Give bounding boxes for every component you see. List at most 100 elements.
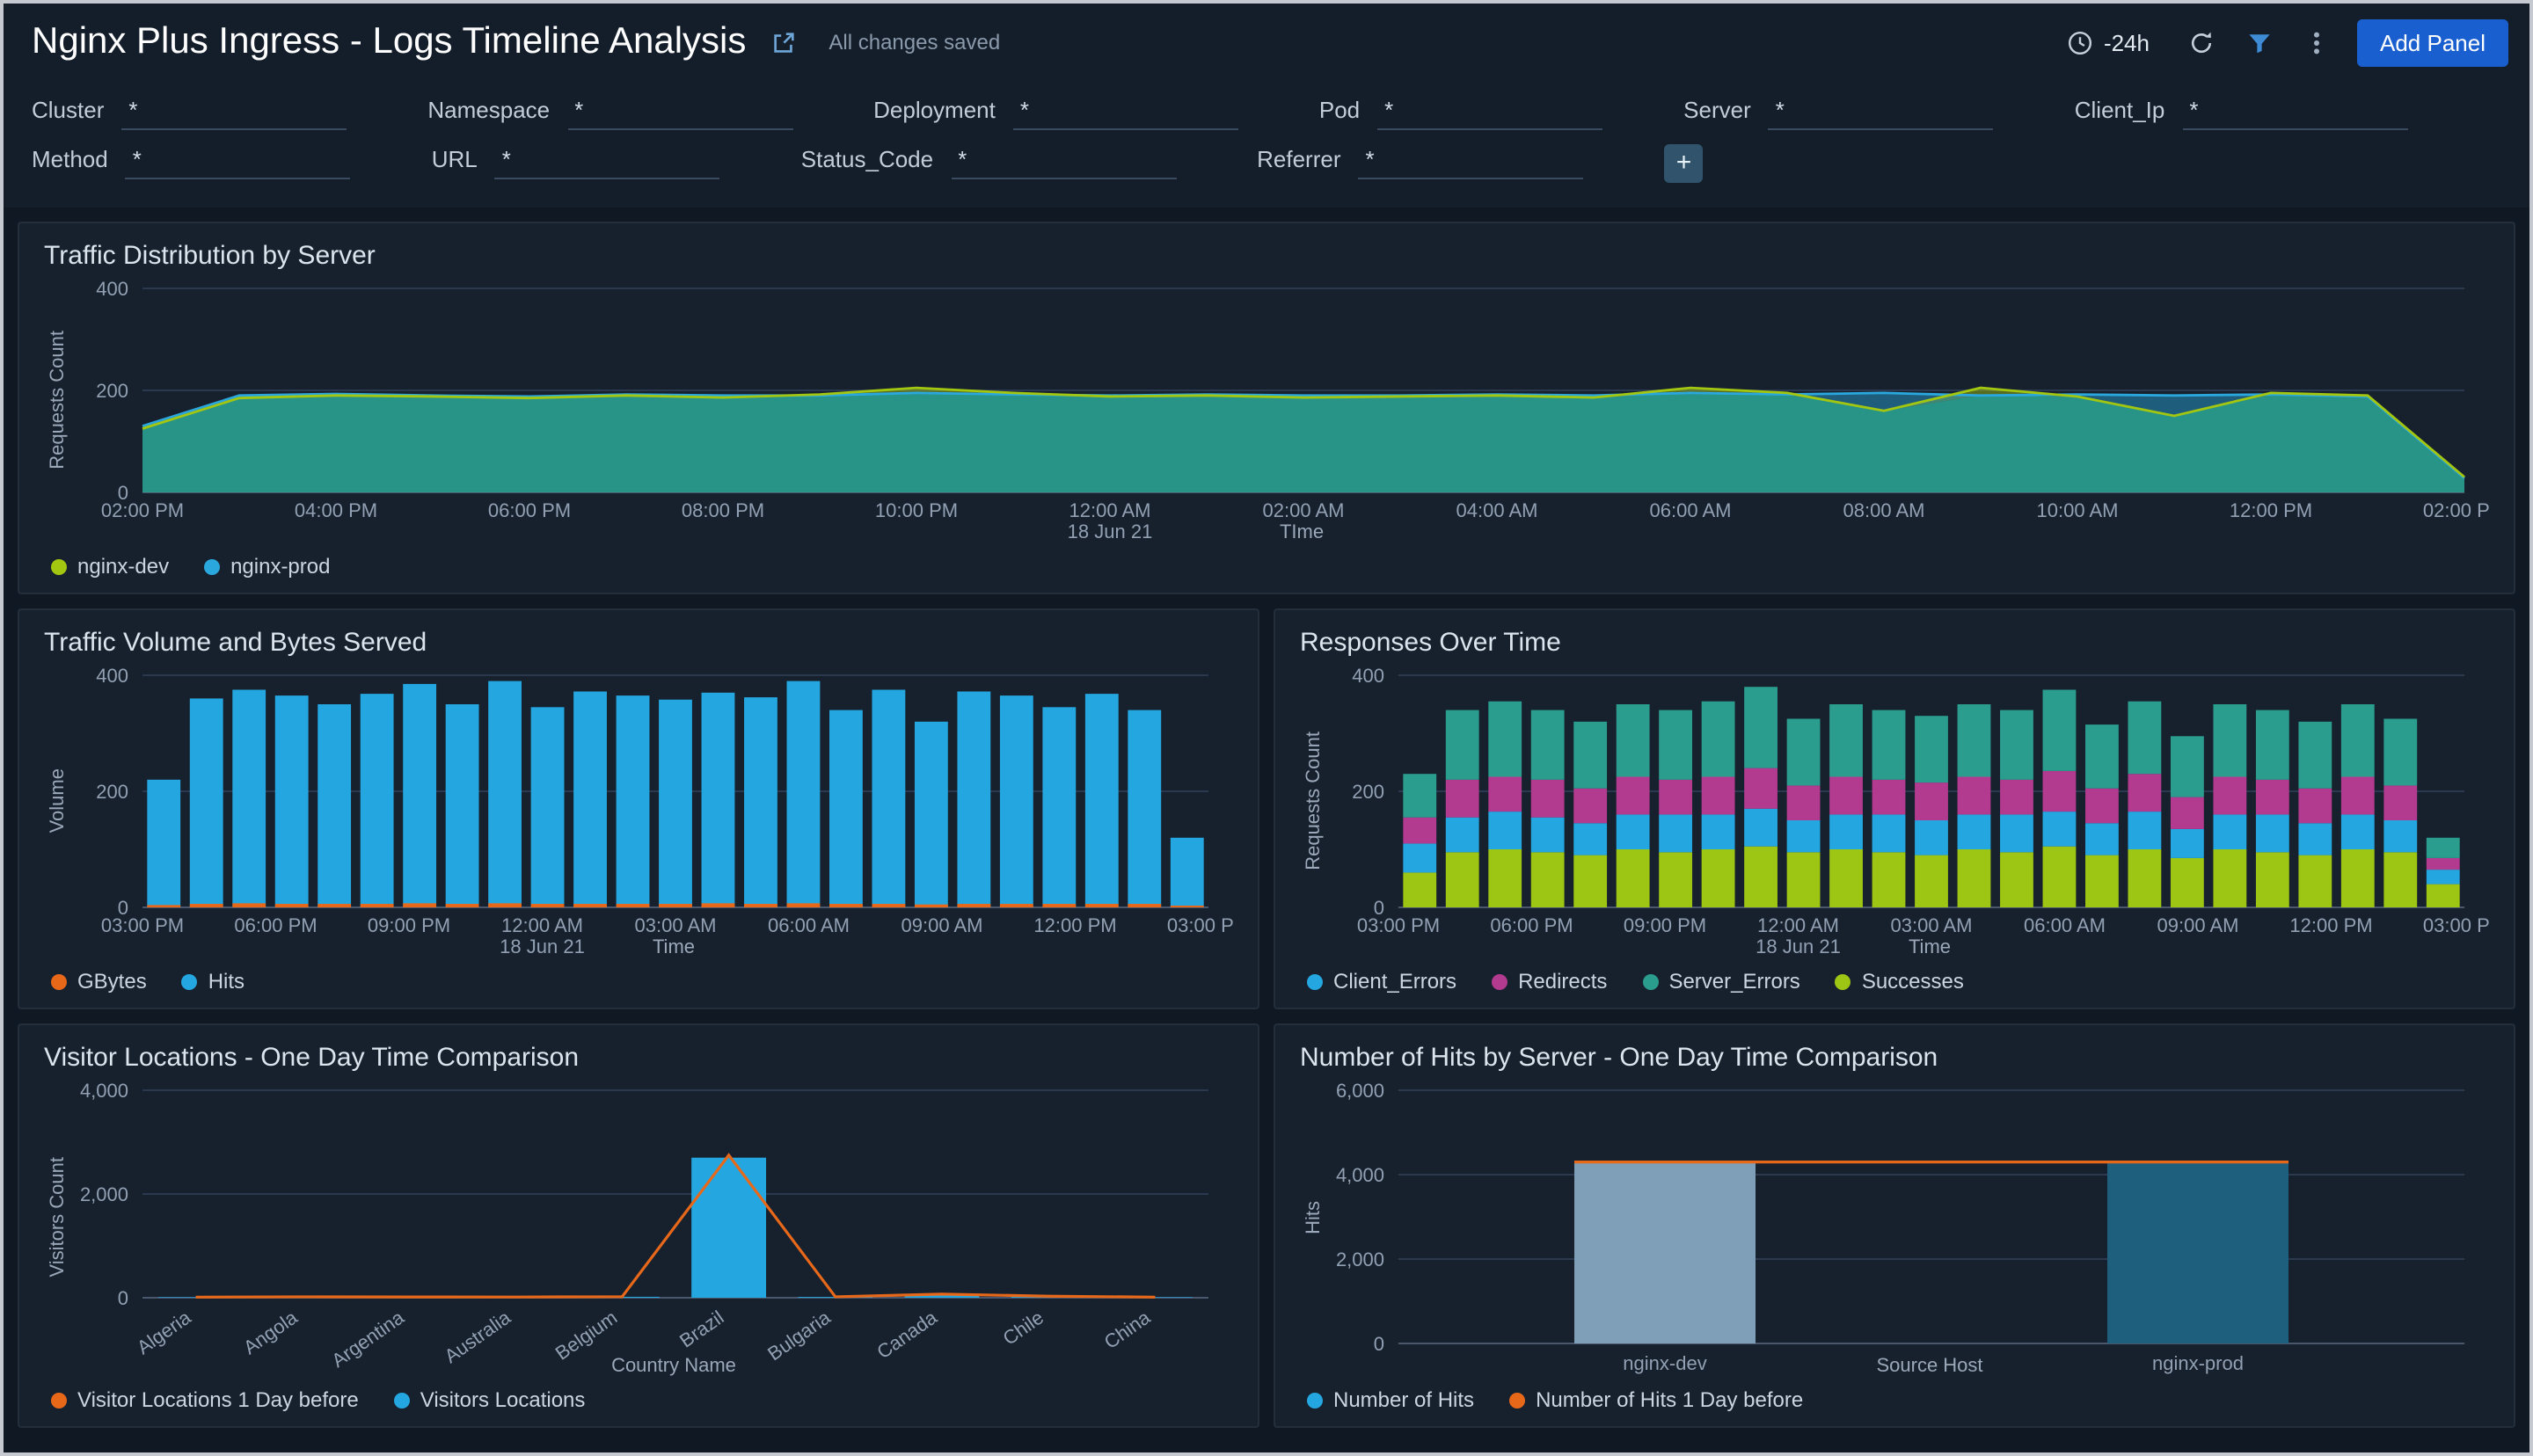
svg-text:Bulgaria: Bulgaria: [763, 1306, 835, 1365]
svg-text:2,000: 2,000: [1336, 1249, 1384, 1270]
namespace-input[interactable]: [567, 95, 792, 130]
svg-text:Angola: Angola: [239, 1306, 302, 1358]
server-input[interactable]: [1769, 95, 1994, 130]
legend-item[interactable]: Hits: [182, 969, 245, 994]
legend-item[interactable]: Number of Hits: [1307, 1387, 1474, 1412]
deployment-input[interactable]: [1013, 95, 1238, 130]
hits-by-server-chart[interactable]: 02,0004,0006,000nginx-devnginx-prod: [1328, 1080, 2489, 1354]
chart-legend: Client_Errors Redirects Server_Errors Succe…: [1307, 969, 2489, 994]
legend-item[interactable]: nginx-dev: [51, 554, 169, 579]
svg-text:12:00 AM: 12:00 AM: [501, 914, 583, 936]
header-controls: -24h: [2056, 18, 2508, 66]
legend-label: Client_Errors: [1333, 969, 1456, 994]
svg-text:03:00 PM: 03:00 PM: [101, 914, 184, 936]
visitor-locations-chart[interactable]: 02,0004,000AlgeriaAngolaArgentinaAustral…: [72, 1080, 1233, 1354]
svg-text:400: 400: [1352, 665, 1384, 687]
traffic-volume-chart[interactable]: 020040003:00 PM06:00 PM09:00 PM12:00 AM1…: [72, 665, 1233, 935]
legend-item[interactable]: Successes: [1836, 969, 1964, 994]
svg-text:04:00 PM: 04:00 PM: [295, 499, 377, 521]
dashboard-header: Nginx Plus Ingress - Logs Timeline Analy…: [4, 4, 2529, 81]
client-ip-input[interactable]: [2182, 95, 2407, 130]
svg-text:0: 0: [118, 1287, 128, 1309]
svg-text:nginx-prod: nginx-prod: [2152, 1352, 2244, 1374]
refresh-icon: [2188, 29, 2215, 55]
svg-text:03:00 PM: 03:00 PM: [2423, 914, 2489, 936]
filter-status-code: Status_Code: [801, 144, 1176, 179]
legend-color-dot: [204, 558, 220, 574]
svg-text:06:00 PM: 06:00 PM: [488, 499, 571, 521]
legend-color-dot: [51, 973, 67, 989]
clock-icon: [2067, 29, 2093, 55]
status-code-input[interactable]: [951, 144, 1176, 179]
filter-url: URL: [432, 144, 720, 179]
filter-label: Status_Code: [801, 146, 933, 172]
legend-item[interactable]: Server_Errors: [1642, 969, 1799, 994]
add-panel-button[interactable]: Add Panel: [2357, 18, 2508, 66]
legend-label: Number of Hits 1 Day before: [1536, 1387, 1803, 1412]
filter-method: Method: [32, 144, 351, 179]
legend-color-dot: [394, 1392, 410, 1408]
svg-text:09:00 AM: 09:00 AM: [902, 914, 983, 936]
svg-text:China: China: [1100, 1306, 1155, 1353]
add-filter-button[interactable]: +: [1665, 144, 1704, 183]
svg-text:400: 400: [96, 665, 128, 687]
svg-text:Algeria: Algeria: [133, 1306, 195, 1358]
legend-color-dot: [1492, 973, 1507, 989]
responses-over-time-chart[interactable]: 020040003:00 PM06:00 PM09:00 PM12:00 AM1…: [1328, 665, 2489, 935]
legend-item[interactable]: GBytes: [51, 969, 147, 994]
filter-pod: Pod: [1319, 95, 1602, 130]
legend-color-dot: [1307, 973, 1323, 989]
time-range-button[interactable]: -24h: [2056, 27, 2160, 57]
panel-title: Number of Hits by Server - One Day Time …: [1300, 1043, 2489, 1073]
legend-item[interactable]: Number of Hits 1 Day before: [1509, 1387, 1803, 1412]
legend-color-dot: [1836, 973, 1851, 989]
legend-color-dot: [182, 973, 198, 989]
svg-text:06:00 AM: 06:00 AM: [2024, 914, 2106, 936]
svg-text:03:00 PM: 03:00 PM: [1167, 914, 1233, 936]
svg-text:400: 400: [96, 278, 128, 300]
svg-text:02:00 AM: 02:00 AM: [1263, 499, 1345, 521]
filter-label: Deployment: [873, 97, 996, 123]
y-axis-title: Hits: [1300, 1080, 1328, 1354]
filter-label: Method: [32, 146, 108, 172]
legend-color-dot: [51, 558, 67, 574]
legend-item[interactable]: Redirects: [1492, 969, 1607, 994]
svg-text:2,000: 2,000: [80, 1183, 128, 1205]
referrer-input[interactable]: [1359, 144, 1584, 179]
legend-label: GBytes: [77, 969, 147, 994]
legend-item[interactable]: nginx-prod: [204, 554, 330, 579]
filter-button[interactable]: [2243, 25, 2276, 59]
svg-text:Australia: Australia: [441, 1306, 515, 1367]
svg-text:Argentina: Argentina: [327, 1306, 408, 1372]
panel-visitor-locations: Visitor Locations - One Day Time Compari…: [18, 1023, 1259, 1428]
chart-legend: Visitor Locations 1 Day before Visitors L…: [51, 1387, 1233, 1412]
url-input[interactable]: [495, 144, 720, 179]
method-input[interactable]: [126, 144, 351, 179]
svg-text:03:00 AM: 03:00 AM: [1891, 914, 1973, 936]
pod-input[interactable]: [1377, 95, 1602, 130]
kebab-menu-icon: [2304, 29, 2329, 55]
kebab-menu-button[interactable]: [2301, 25, 2332, 59]
panel-title: Visitor Locations - One Day Time Compari…: [44, 1043, 1233, 1073]
filter-bar: Cluster Namespace Deployment Pod Server …: [4, 81, 2529, 207]
legend-item[interactable]: Client_Errors: [1307, 969, 1456, 994]
cluster-input[interactable]: [121, 95, 347, 130]
svg-text:10:00 PM: 10:00 PM: [875, 499, 958, 521]
legend-label: nginx-prod: [230, 554, 330, 579]
svg-text:18 Jun 21: 18 Jun 21: [1068, 521, 1153, 542]
panel-responses-over-time: Responses Over Time Requests Count 02004…: [1274, 608, 2515, 1009]
legend-label: Hits: [208, 969, 245, 994]
legend-label: Successes: [1862, 969, 1964, 994]
share-icon[interactable]: [767, 25, 800, 59]
filter-label: Pod: [1319, 97, 1360, 123]
panel-hits-by-server: Number of Hits by Server - One Day Time …: [1274, 1023, 2515, 1428]
y-axis-title: Requests Count: [44, 278, 72, 521]
panel-traffic-distribution: Traffic Distribution by Server Requests …: [18, 222, 2515, 594]
panel-title: Responses Over Time: [1300, 628, 2489, 658]
refresh-button[interactable]: [2185, 25, 2218, 59]
traffic-distribution-chart[interactable]: 020040002:00 PM04:00 PM06:00 PM08:00 PM1…: [72, 278, 2489, 521]
legend-item[interactable]: Visitors Locations: [394, 1387, 586, 1412]
svg-text:6,000: 6,000: [1336, 1080, 1384, 1102]
filter-referrer: Referrer: [1257, 144, 1583, 179]
legend-item[interactable]: Visitor Locations 1 Day before: [51, 1387, 359, 1412]
